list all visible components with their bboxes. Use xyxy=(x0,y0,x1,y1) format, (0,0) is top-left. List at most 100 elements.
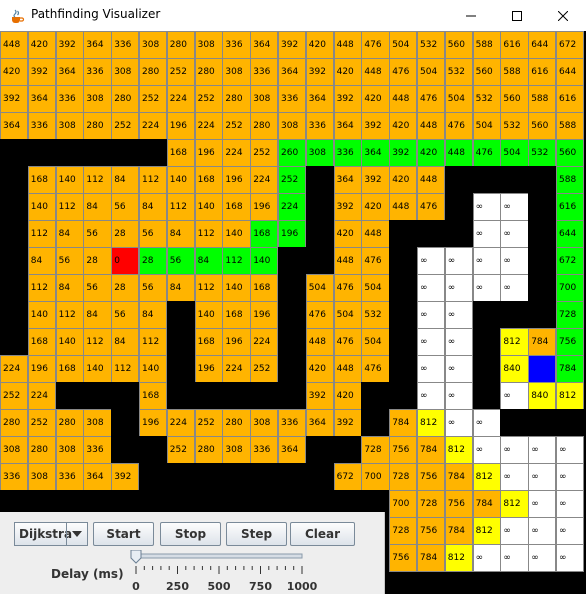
grid-cell-visited[interactable]: 364 xyxy=(83,31,112,59)
grid-cell-visited[interactable]: 84 xyxy=(27,247,57,275)
grid-cell-wall[interactable] xyxy=(528,409,557,437)
grid-cell-visited[interactable]: 420 xyxy=(333,220,362,248)
grid-cell-visited[interactable]: 392 xyxy=(0,85,29,113)
grid-cell-unvisited[interactable]: ∞ xyxy=(528,544,557,572)
grid-cell-visited[interactable]: 504 xyxy=(361,274,390,302)
start-button[interactable]: Start xyxy=(93,522,154,546)
grid-cell-visited[interactable]: 280 xyxy=(194,436,223,464)
grid-cell-visited[interactable]: 28 xyxy=(83,247,112,275)
grid-cell-wall[interactable] xyxy=(166,328,196,356)
grid-cell-visited[interactable]: 196 xyxy=(194,355,223,383)
dropdown-arrow-icon[interactable] xyxy=(66,523,87,545)
step-button[interactable]: Step xyxy=(226,522,287,546)
grid-cell-unvisited[interactable]: ∞ xyxy=(444,382,474,410)
grid-cell-visited[interactable]: 84 xyxy=(83,193,112,221)
grid-cell-visited[interactable]: 700 xyxy=(361,463,390,491)
grid-cell-visited[interactable]: 588 xyxy=(556,112,585,140)
grid-cell-visited[interactable]: 252 xyxy=(139,85,168,113)
grid-cell-visited[interactable]: 364 xyxy=(55,58,84,86)
grid-cell-visited[interactable]: 196 xyxy=(222,328,251,356)
grid-cell-path[interactable]: 448 xyxy=(444,139,474,167)
grid-cell-visited[interactable]: 476 xyxy=(305,301,335,329)
grid-cell-visited[interactable]: 336 xyxy=(250,436,279,464)
grid-cell-visited[interactable]: 672 xyxy=(556,31,585,59)
grid-cell-visited[interactable]: 784 xyxy=(417,544,446,572)
grid-cell-visited[interactable]: 280 xyxy=(222,85,251,113)
grid-cell-visited[interactable]: 504 xyxy=(417,58,446,86)
grid-cell-frontier[interactable]: 812 xyxy=(500,490,529,518)
grid-cell-visited[interactable]: 560 xyxy=(472,58,501,86)
grid-cell-unvisited[interactable]: ∞ xyxy=(444,301,474,329)
grid-cell-wall[interactable] xyxy=(139,139,168,167)
grid-cell-path[interactable]: 420 xyxy=(417,139,446,167)
grid-cell-visited[interactable]: 252 xyxy=(166,58,196,86)
grid-cell-visited[interactable]: 476 xyxy=(361,31,390,59)
grid-cell-visited[interactable]: 280 xyxy=(139,58,168,86)
grid-cell-visited[interactable]: 168 xyxy=(222,301,251,329)
grid-cell-visited[interactable]: 252 xyxy=(250,355,279,383)
grid-cell-visited[interactable]: 196 xyxy=(250,301,279,329)
grid-cell-visited[interactable]: 168 xyxy=(55,355,84,383)
grid-cell-visited[interactable]: 308 xyxy=(194,31,223,59)
grid-cell-visited[interactable]: 336 xyxy=(55,463,84,491)
grid-cell-visited[interactable]: 420 xyxy=(389,166,418,194)
grid-cell-visited[interactable]: 476 xyxy=(361,247,390,275)
grid-cell-visited[interactable]: 168 xyxy=(194,328,223,356)
grid-cell-wall[interactable] xyxy=(528,193,557,221)
grid-cell-visited[interactable]: 112 xyxy=(139,328,168,356)
grid-cell-visited[interactable]: 168 xyxy=(166,139,196,167)
grid-cell-wall[interactable] xyxy=(111,382,140,410)
grid-cell-wall[interactable] xyxy=(0,139,29,167)
grid-cell-wall[interactable] xyxy=(166,301,196,329)
grid-cell-visited[interactable]: 448 xyxy=(0,31,29,59)
grid-cell-visited[interactable]: 196 xyxy=(222,166,251,194)
grid-cell-visited[interactable]: 168 xyxy=(250,274,279,302)
grid-cell-visited[interactable]: 224 xyxy=(27,382,57,410)
minimize-button[interactable] xyxy=(448,0,494,31)
grid-cell-wall[interactable] xyxy=(305,463,335,491)
grid-cell-visited[interactable]: 112 xyxy=(139,166,168,194)
grid-cell-visited[interactable]: 252 xyxy=(27,409,57,437)
grid-cell-visited[interactable]: 364 xyxy=(0,112,29,140)
grid-cell-visited[interactable]: 84 xyxy=(111,166,140,194)
grid-cell-unvisited[interactable]: ∞ xyxy=(500,193,529,221)
grid-cell-visited[interactable]: 504 xyxy=(361,328,390,356)
grid-cell-unvisited[interactable]: ∞ xyxy=(444,355,474,383)
grid-cell-visited[interactable]: 392 xyxy=(305,58,335,86)
grid-cell-unvisited[interactable]: ∞ xyxy=(472,409,501,437)
grid-cell-path[interactable]: 756 xyxy=(556,328,585,356)
grid-cell-visited[interactable]: 168 xyxy=(222,193,251,221)
grid-cell-wall[interactable] xyxy=(194,463,223,491)
grid-cell-visited[interactable]: 224 xyxy=(250,166,279,194)
grid-cell-visited[interactable]: 56 xyxy=(111,301,140,329)
grid-cell-visited[interactable]: 252 xyxy=(222,112,251,140)
grid-cell-visited[interactable]: 224 xyxy=(166,409,196,437)
grid-cell-visited[interactable]: 140 xyxy=(139,355,168,383)
grid-cell-visited[interactable]: 84 xyxy=(139,301,168,329)
grid-cell-visited[interactable]: 588 xyxy=(472,31,501,59)
grid-cell-frontier[interactable]: 812 xyxy=(417,409,446,437)
grid-cell-wall[interactable] xyxy=(55,139,84,167)
grid-cell-visited[interactable]: 504 xyxy=(389,31,418,59)
grid-cell-wall[interactable] xyxy=(278,274,307,302)
grid-cell-wall[interactable] xyxy=(0,193,29,221)
grid-cell-visited[interactable]: 420 xyxy=(305,355,335,383)
grid-cell-visited[interactable]: 140 xyxy=(55,328,84,356)
grid-cell-visited[interactable]: 336 xyxy=(83,436,112,464)
grid-cell-visited[interactable]: 224 xyxy=(222,139,251,167)
grid-cell-unvisited[interactable]: ∞ xyxy=(500,220,529,248)
grid-cell-wall[interactable] xyxy=(278,463,307,491)
grid-cell-visited[interactable]: 308 xyxy=(0,436,29,464)
grid-cell-frontier[interactable]: 812 xyxy=(444,436,474,464)
grid-cell-frontier[interactable]: 812 xyxy=(556,382,585,410)
grid-cell-unvisited[interactable]: ∞ xyxy=(528,517,557,545)
grid-cell-unvisited[interactable]: ∞ xyxy=(528,490,557,518)
grid-cell-unvisited[interactable]: ∞ xyxy=(417,355,446,383)
grid-cell-wall[interactable] xyxy=(166,382,196,410)
grid-cell-unvisited[interactable]: ∞ xyxy=(444,274,474,302)
grid-cell-visited[interactable]: 280 xyxy=(27,436,57,464)
grid-cell-visited[interactable]: 112 xyxy=(55,301,84,329)
grid-cell-visited[interactable]: 308 xyxy=(250,409,279,437)
grid-cell-wall[interactable] xyxy=(305,247,335,275)
grid-cell-wall[interactable] xyxy=(222,382,251,410)
